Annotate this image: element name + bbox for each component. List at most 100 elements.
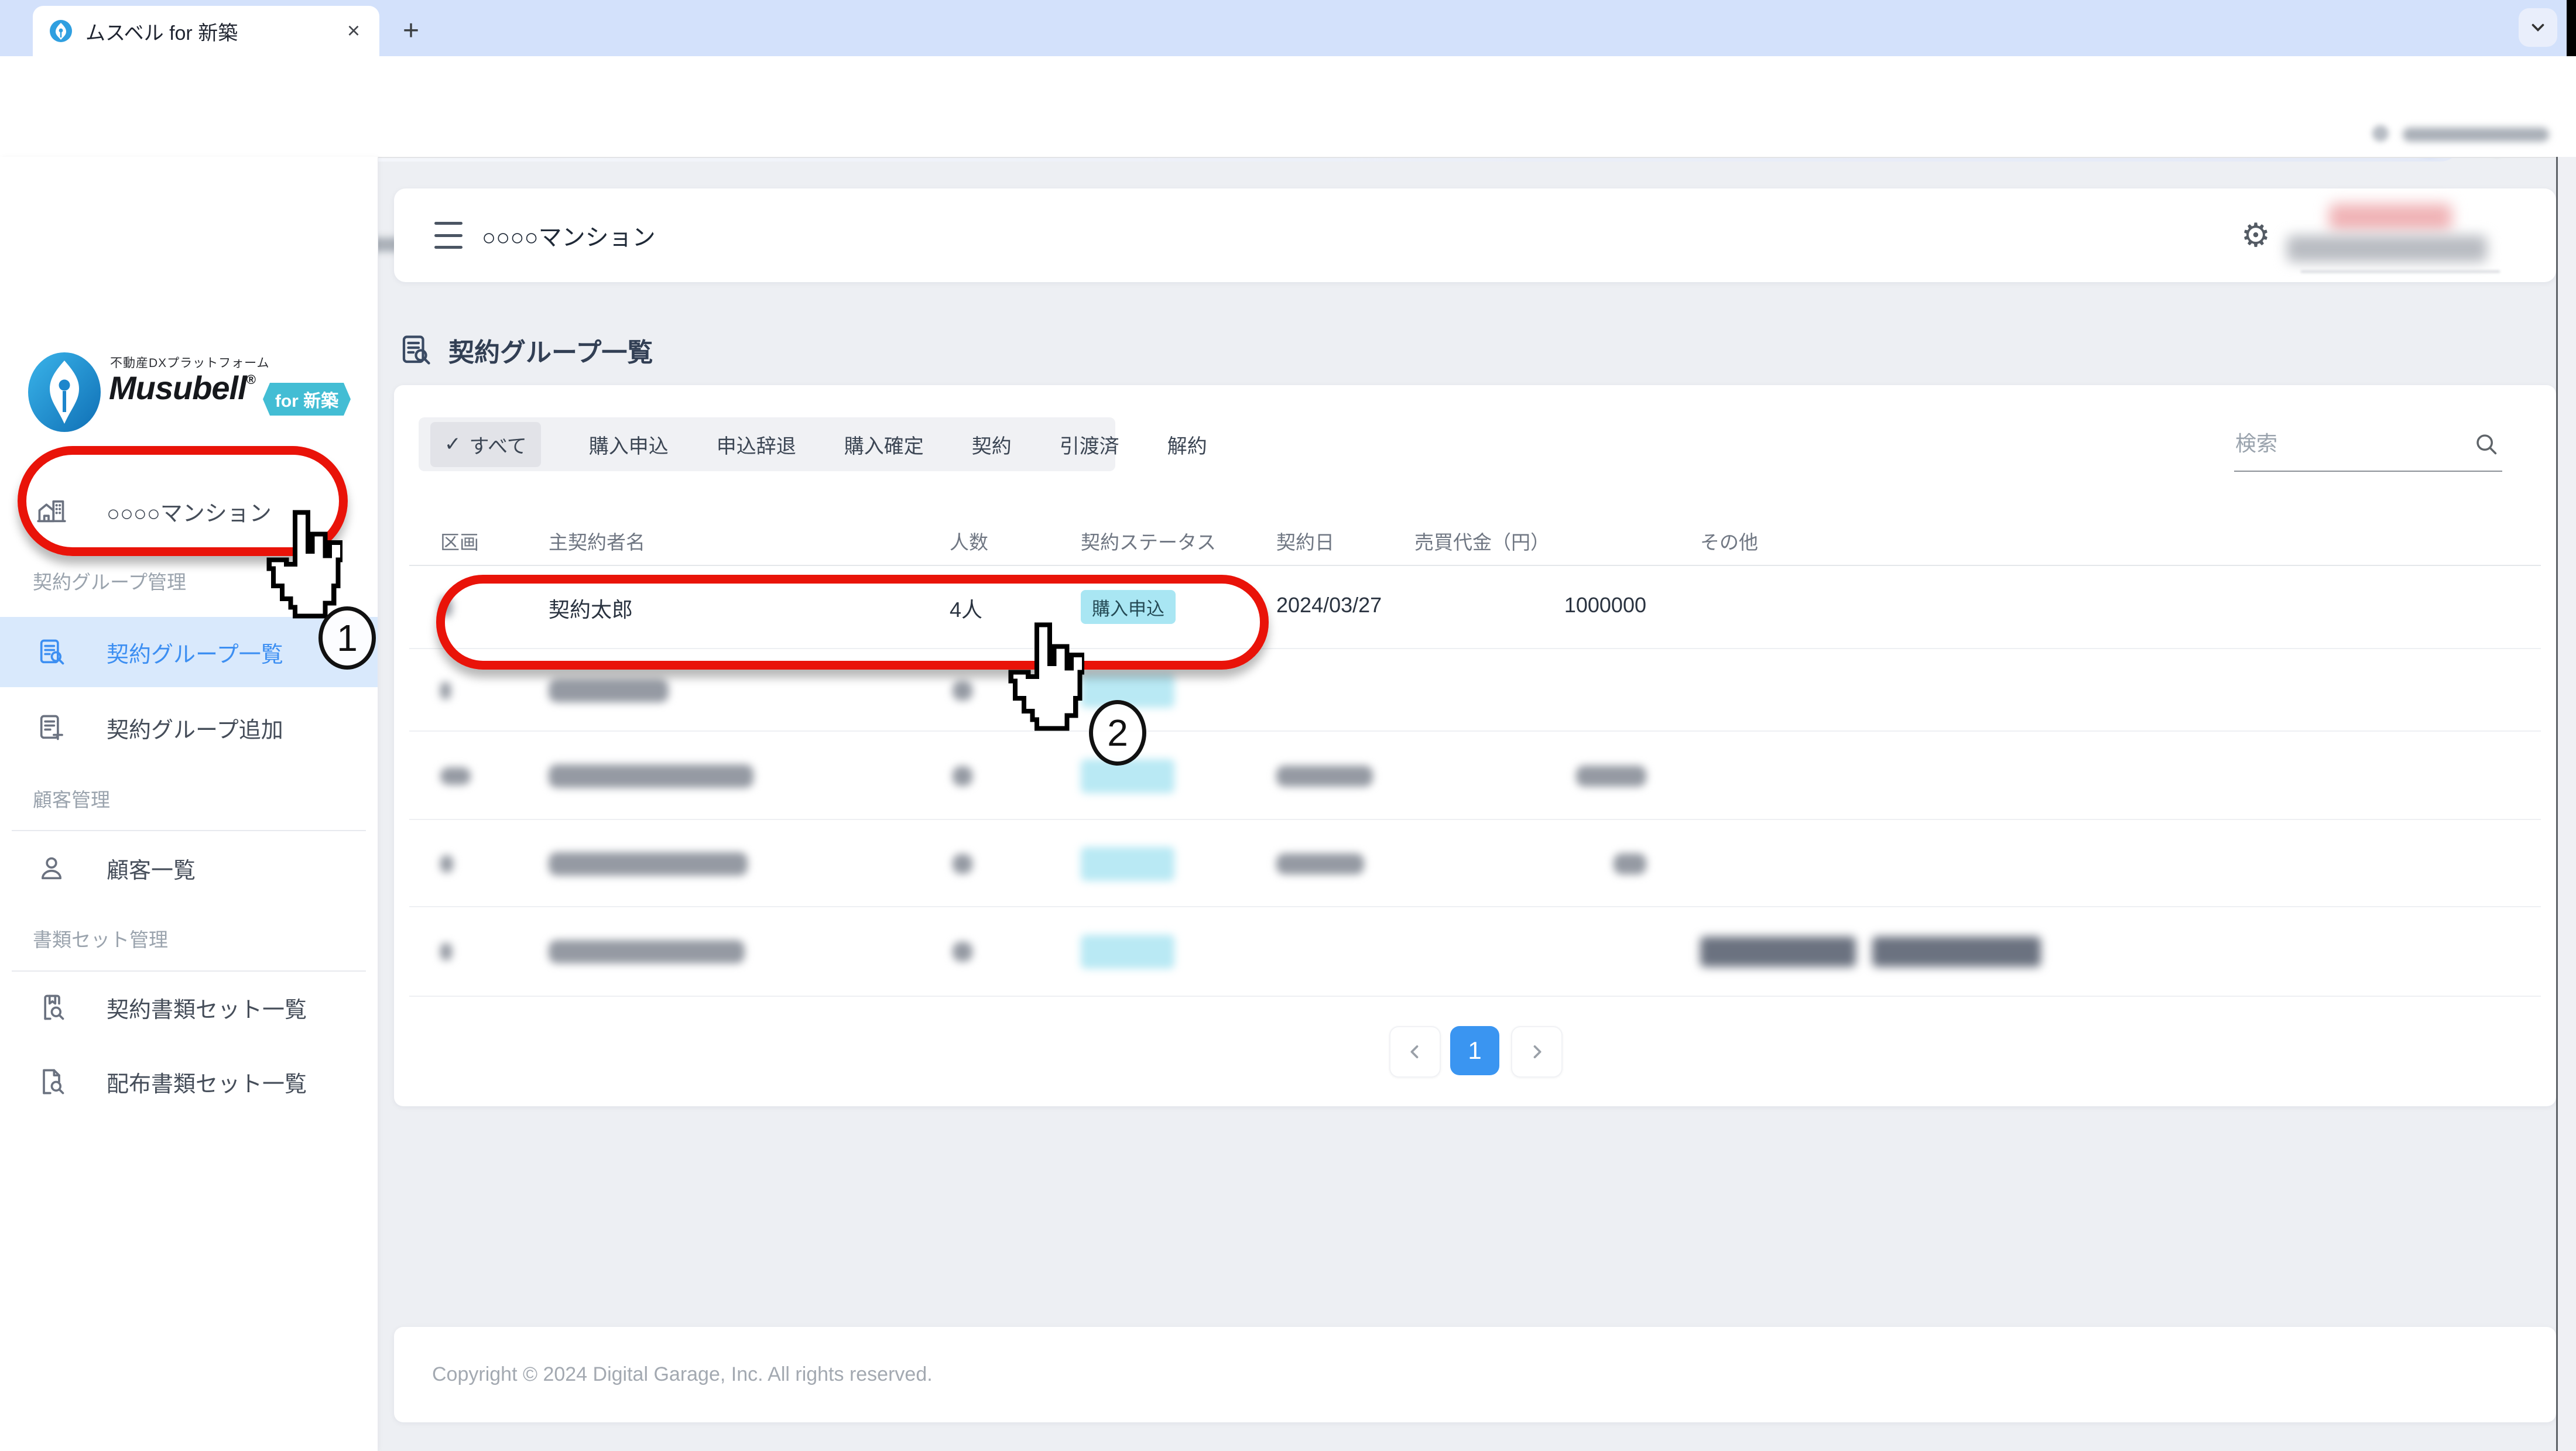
cell-plot-redacted (440, 767, 471, 785)
filter-tab-1[interactable]: ✓ すべて (430, 422, 541, 467)
table-row[interactable] (409, 906, 2541, 997)
cell-name-redacted (549, 764, 753, 788)
cell-name-redacted (549, 940, 745, 963)
cell-name-redacted (549, 852, 748, 876)
chevron-right-icon (1527, 1042, 1547, 1062)
all-bookmarks-label-redacted[interactable] (2403, 128, 2549, 142)
status-filter-group: ✓すべて購入申込申込辞退購入確定契約引渡済解約 (419, 417, 1115, 471)
hand-cursor-icon (1002, 620, 1084, 733)
filter-tab-label: 購入申込 (589, 435, 669, 458)
sidebar-item-label: 契約グループ一覧 (107, 636, 283, 668)
filter-tab-3[interactable]: 申込辞退 (717, 430, 796, 459)
section-title: 契約グループ一覧 (398, 331, 653, 369)
chevron-down-icon (2528, 18, 2548, 37)
user-divider (2301, 270, 2500, 273)
bookmarks-bar (0, 110, 2576, 158)
search-box (2234, 417, 2502, 472)
all-bookmarks-icon[interactable] (2372, 125, 2389, 142)
cell-plot-redacted (440, 682, 451, 699)
doc-search-icon (36, 637, 67, 667)
pagination-next-button[interactable] (1511, 1026, 1563, 1078)
column-header: 人数 (950, 527, 988, 555)
filter-tab-7[interactable]: 解約 (1167, 430, 1207, 459)
sidebar-item-link[interactable]: 契約書類セット一覧 (0, 972, 378, 1042)
filter-tab-5[interactable]: 契約 (972, 430, 1012, 459)
tab-search-button[interactable] (2519, 8, 2557, 47)
cell-count-redacted (953, 942, 972, 962)
other-chip-redacted[interactable] (1700, 937, 1856, 967)
filter-tab-2[interactable]: 購入申込 (589, 430, 669, 459)
tab-title: ムスベル for 新築 (85, 17, 338, 46)
filter-tab-label: 解約 (1167, 435, 1207, 458)
browser-tabstrip: ムスベル for 新築 × + (0, 0, 2576, 56)
screen: ムスベル for 新築 × + (0, 0, 2576, 1451)
screen-edge (2567, 0, 2576, 56)
sidebar-item-label: 配布書類セット一覧 (107, 1066, 307, 1098)
cell-date-redacted (1276, 766, 1373, 787)
other-chip-redacted[interactable] (1872, 937, 2041, 967)
copyright-text: Copyright © 2024 Digital Garage, Inc. Al… (432, 1363, 933, 1386)
table-row[interactable] (409, 819, 2541, 907)
status-badge-redacted (1081, 935, 1174, 969)
column-header: 契約ステータス (1081, 527, 1216, 555)
sidebar-section-label: 契約グループ管理 (33, 567, 186, 595)
table-row[interactable] (409, 730, 2541, 820)
tab-favicon-musubell-icon (49, 19, 73, 43)
search-icon[interactable] (2473, 431, 2499, 457)
column-header: 売買代金（円） (1414, 527, 1550, 555)
logo-for-shinchiku-badge: for 新築 (263, 383, 351, 416)
hamburger-menu-icon[interactable] (434, 222, 463, 249)
sidebar-item-link[interactable]: 配布書類セット一覧 (0, 1047, 378, 1117)
column-header: その他 (1700, 527, 1758, 555)
app-header: ○○○○マンション ⚙ (394, 188, 2556, 282)
tab-close-icon[interactable]: × (338, 16, 369, 46)
cell-name-redacted (549, 679, 669, 702)
doc-add-icon (36, 712, 67, 743)
sidebar-item-label: 顧客一覧 (107, 852, 196, 884)
contract-group-list-card: ✓ すべて 購入申込 申込辞退 購入確定 契約 引渡済 解約 区画 主契約者名 人数 契約ステータス… (394, 385, 2556, 1106)
sidebar-item-link[interactable]: 顧客一覧 (0, 833, 378, 903)
user-role-redacted (2329, 204, 2452, 231)
filter-tab-4[interactable]: 購入確定 (844, 430, 924, 459)
file-search-icon (36, 1066, 67, 1097)
filter-tab-label: 引渡済 (1060, 435, 1119, 458)
sidebar-item-label: 契約書類セット一覧 (107, 992, 307, 1024)
column-header: 主契約者名 (549, 527, 645, 555)
new-tab-button[interactable]: + (393, 13, 429, 48)
status-badge-redacted (1081, 759, 1174, 793)
sidebar-divider (12, 970, 366, 972)
hand-cursor-icon (261, 508, 342, 620)
gear-icon[interactable]: ⚙ (2232, 188, 2279, 282)
filter-tab-label: 購入確定 (844, 435, 924, 458)
filter-tab-6[interactable]: 引渡済 (1060, 430, 1119, 459)
user-name-redacted (2287, 235, 2487, 262)
annotation-oval-row (436, 575, 1269, 670)
filter-tab-label: 契約 (972, 435, 1012, 458)
pagination-page-1[interactable]: 1 (1450, 1026, 1499, 1075)
check-icon: ✓ (444, 433, 461, 456)
sidebar: 不動産DXプラットフォーム Musubell® for 新築 ○○○○マンション… (0, 157, 378, 1451)
cell-date-redacted (1276, 853, 1364, 874)
cell-plot-redacted (440, 855, 453, 873)
cell-price-redacted (1614, 853, 1646, 874)
sidebar-item-link[interactable]: 契約グループ追加 (0, 692, 378, 763)
filter-tab-label: 申込辞退 (717, 435, 796, 458)
search-input[interactable] (2234, 431, 2473, 457)
musubell-logo-icon (27, 351, 102, 433)
browser-tab[interactable]: ムスベル for 新築 × (33, 6, 379, 56)
filter-tab-label: すべて (470, 430, 527, 459)
chevron-left-icon (1405, 1042, 1425, 1062)
sidebar-item-label: 契約グループ追加 (107, 712, 283, 744)
annotation-step-1: 1 (318, 606, 376, 670)
cell-price-redacted (1576, 766, 1646, 787)
browser-toolbar (0, 56, 2576, 110)
person-icon (36, 853, 67, 883)
contract-group-list-icon (398, 332, 433, 368)
sidebar-section-label: 顧客管理 (33, 784, 110, 812)
status-badge-redacted (1081, 847, 1174, 881)
sidebar-divider (12, 830, 366, 831)
cell-count-redacted (953, 681, 972, 701)
column-header: 区画 (440, 527, 479, 555)
scrollbar-track[interactable] (2556, 157, 2576, 1451)
pagination-prev-button[interactable] (1389, 1026, 1441, 1078)
